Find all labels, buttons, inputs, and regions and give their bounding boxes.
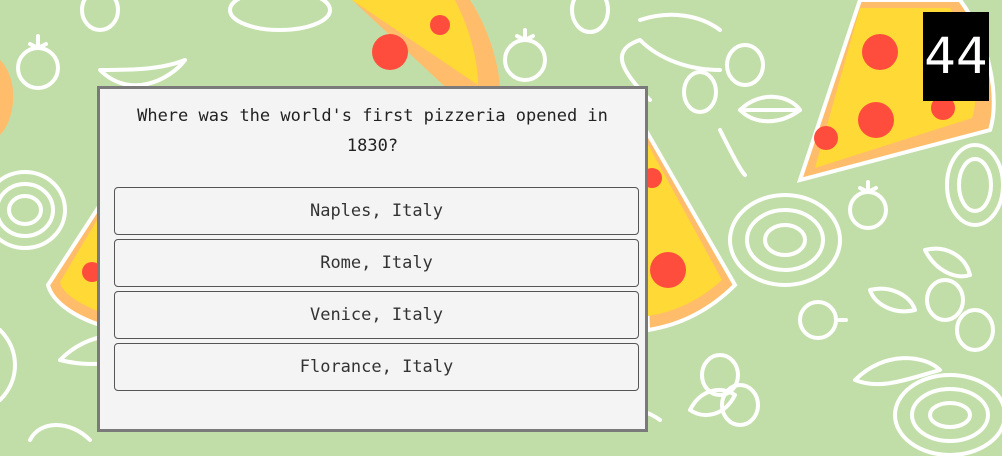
- tomato-icon: [798, 300, 848, 340]
- answer-button-florance[interactable]: Florance, Italy: [114, 343, 639, 391]
- pizza-slice-icon: [45, 198, 102, 328]
- tomato-icon: [503, 28, 547, 82]
- quiz-card: Where was the world's first pizzeria ope…: [97, 86, 648, 432]
- question-text: Where was the world's first pizzeria ope…: [137, 106, 608, 156]
- answer-list: Naples, Italy Rome, Italy Venice, Italy …: [114, 187, 639, 395]
- answer-button-naples[interactable]: Naples, Italy: [114, 187, 639, 235]
- answer-button-venice[interactable]: Venice, Italy: [114, 291, 639, 339]
- tomato-icon: [848, 180, 888, 230]
- onion-icon: [228, 0, 332, 32]
- onion-icon: [0, 170, 67, 250]
- onion-icon: [945, 143, 1002, 227]
- question-counter: 44: [923, 12, 989, 101]
- pizza-slice-icon: [0, 60, 14, 135]
- onion-icon: [893, 373, 1002, 456]
- tomato-icon: [16, 34, 60, 90]
- pizza-slice-icon: [638, 119, 738, 333]
- onion-icon: [728, 193, 842, 287]
- answer-button-rome[interactable]: Rome, Italy: [114, 239, 639, 287]
